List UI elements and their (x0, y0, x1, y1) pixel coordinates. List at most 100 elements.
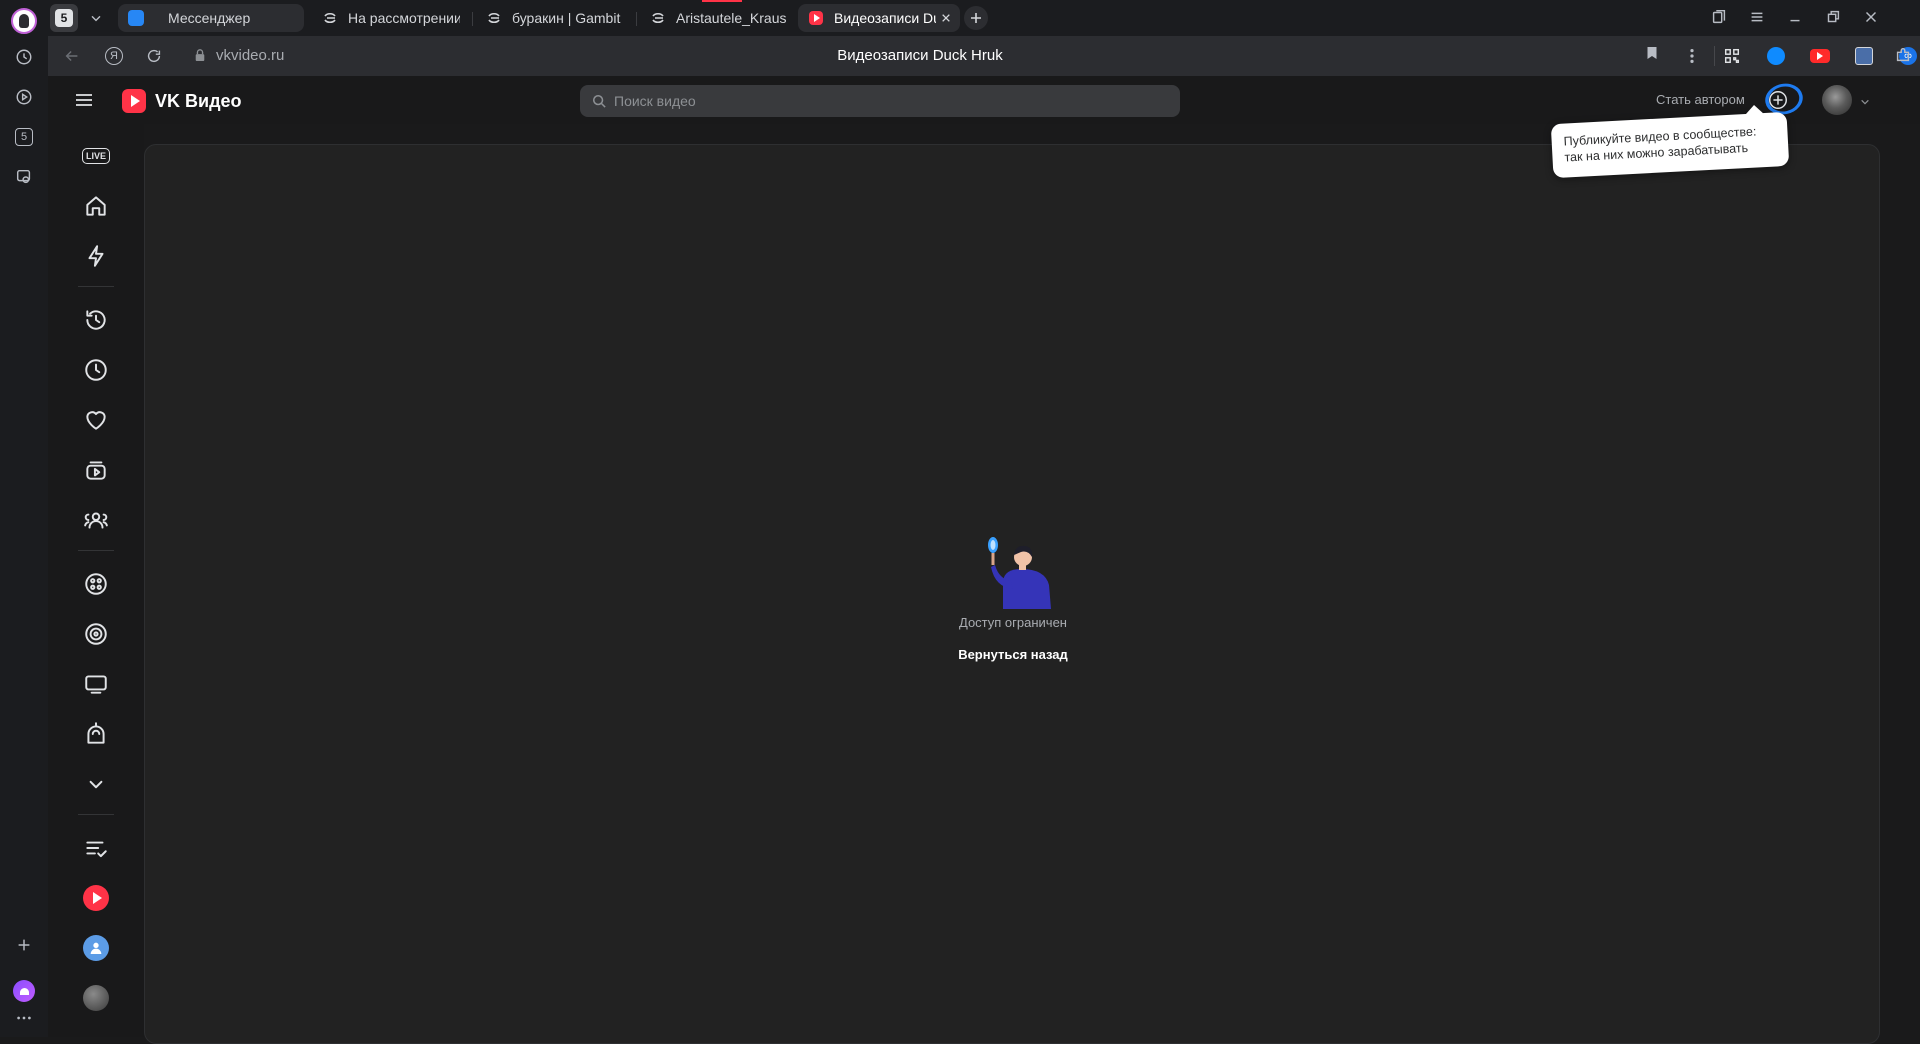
tab-group-count: 5 (55, 9, 73, 27)
live-icon: LIVE (81, 148, 110, 164)
page-title: Видеозаписи Duck Hruk (837, 47, 1003, 64)
sidebar-item-movies[interactable] (72, 564, 120, 604)
gambit-icon (650, 10, 666, 26)
extensions-puzzle-icon[interactable] (1894, 46, 1914, 66)
chevron-down-icon (89, 780, 103, 789)
profile-avatar[interactable] (9, 6, 39, 36)
search-box[interactable] (580, 85, 1180, 117)
vk-sidebar: LIVE (48, 124, 144, 1037)
become-author-link[interactable]: Стать автором (1656, 92, 1745, 107)
tab-label: Мессенджер (168, 10, 251, 26)
sidebar-divider (78, 814, 114, 815)
vk-header: VK Видео Стать автором (48, 76, 1920, 124)
film-reel-icon (85, 573, 107, 595)
qr-code-icon[interactable] (1722, 46, 1742, 66)
close-tab-icon[interactable] (938, 10, 954, 26)
tab-mozen[interactable]: На рассмотрении - Mozen (312, 4, 470, 32)
sidebar-item-kids[interactable] (72, 714, 120, 754)
avatar-chevron-down-icon[interactable] (1860, 94, 1872, 106)
tab-burakin[interactable]: буракин | Gambit Role Play (476, 4, 634, 32)
tab-vk-video-active[interactable]: Видеозаписи Duck Hruk (798, 4, 960, 32)
sidebar-item-community-avatar[interactable] (72, 978, 120, 1018)
sidebar-item-communities[interactable] (72, 500, 120, 540)
users-icon (84, 512, 108, 529)
more-dots-icon[interactable] (9, 1008, 39, 1028)
yandex-icon[interactable]: Я (104, 46, 124, 66)
menu-icon[interactable] (1748, 8, 1768, 28)
messenger-icon (128, 10, 144, 26)
clock-icon (85, 359, 107, 381)
profile-icon (83, 935, 109, 961)
content-panel: Доступ ограничен Вернуться назад (144, 144, 1880, 1044)
bookmarks-panel-icon[interactable] (1710, 8, 1730, 28)
vk-video-icon (808, 10, 824, 26)
add-panel-icon[interactable] (9, 930, 39, 960)
sidebar-item-profile[interactable] (72, 928, 120, 968)
sidebar-item-liked[interactable] (72, 400, 120, 440)
close-window-icon[interactable] (1862, 8, 1882, 28)
address-field[interactable]: vkvideo.ru Видеозаписи Duck Hruk (186, 42, 1657, 70)
vk-video-channel-icon (83, 885, 109, 911)
sidebar-item-shorts[interactable] (72, 236, 120, 276)
search-input[interactable] (614, 93, 1154, 109)
heart-icon (86, 411, 106, 430)
sidebar-item-home[interactable] (72, 186, 120, 226)
reload-icon[interactable] (144, 46, 164, 66)
tab-aristautele[interactable]: Aristautele_Krause | Gambit (640, 4, 796, 32)
bookmark-icon[interactable] (1646, 46, 1664, 64)
tab-messenger[interactable]: Мессенджер (118, 4, 304, 32)
tab-counter-icon[interactable]: 5 (9, 122, 39, 152)
gambit-icon (486, 10, 502, 26)
youtube-icon[interactable] (1810, 46, 1830, 66)
back-arrow-icon[interactable] (62, 46, 82, 66)
restore-icon[interactable] (1824, 8, 1844, 28)
screenshot-icon[interactable] (9, 162, 39, 192)
tooltip-text: Публикуйте видео в сообществе: так на ни… (1563, 124, 1757, 165)
browser-side-rail: 5 (0, 0, 48, 1037)
gambit-icon (322, 10, 338, 26)
sidebar-item-more[interactable] (72, 764, 120, 804)
sidebar-item-channels[interactable] (72, 614, 120, 654)
audio-indicator (702, 0, 742, 2)
lightning-icon (88, 245, 104, 267)
minimize-icon[interactable] (1786, 8, 1806, 28)
vk-video-logo-icon (122, 89, 146, 113)
tabs-dropdown-chevron-icon[interactable] (82, 4, 110, 32)
sidebar-item-live[interactable]: LIVE (72, 136, 120, 176)
tab-label: Видеозаписи Duck Hruk (834, 10, 936, 26)
subscriptions-icon (86, 461, 106, 480)
more-vertical-icon[interactable] (1682, 46, 1702, 66)
media-play-icon[interactable] (9, 82, 39, 112)
go-back-button[interactable]: Вернуться назад (953, 647, 1073, 662)
tab-group-button[interactable]: 5 (50, 4, 78, 32)
target-icon (85, 623, 107, 645)
sidebar-item-history[interactable] (72, 300, 120, 340)
address-bar-row: Я vkvideo.ru Видеозаписи Duck Hruk ∞ (48, 36, 1920, 76)
tab-label: Aristautele_Krause | Gambit (676, 10, 786, 26)
tab-separator (636, 12, 637, 26)
alice-assistant-icon[interactable] (9, 976, 39, 1006)
logo-text: VK Видео (155, 90, 242, 111)
hamburger-menu-icon[interactable] (72, 88, 96, 112)
history-icon[interactable] (9, 42, 39, 72)
tab-separator (472, 12, 473, 26)
shazam-icon[interactable] (1766, 46, 1786, 66)
tab-label: На рассмотрении - Mozen (348, 10, 460, 26)
sidebar-divider (78, 550, 114, 551)
toolbar-divider (1714, 46, 1715, 66)
access-restricted-illustration (981, 533, 1057, 609)
tab-counter-label: 5 (15, 128, 33, 146)
extension-icon[interactable] (1854, 46, 1874, 66)
tab-label: буракин | Gambit Role Play (512, 10, 624, 26)
sidebar-item-playlists[interactable] (72, 828, 120, 868)
vk-video-logo[interactable]: VK Видео (122, 89, 242, 113)
sidebar-item-subscriptions[interactable] (72, 450, 120, 490)
home-icon (86, 196, 106, 216)
kids-icon (87, 722, 105, 744)
new-tab-button[interactable] (964, 6, 988, 30)
playlist-check-icon (86, 841, 107, 858)
sidebar-item-watch-later[interactable] (72, 350, 120, 390)
user-avatar[interactable] (1822, 85, 1852, 115)
sidebar-item-tv[interactable] (72, 664, 120, 704)
sidebar-item-my-channel[interactable] (72, 878, 120, 918)
